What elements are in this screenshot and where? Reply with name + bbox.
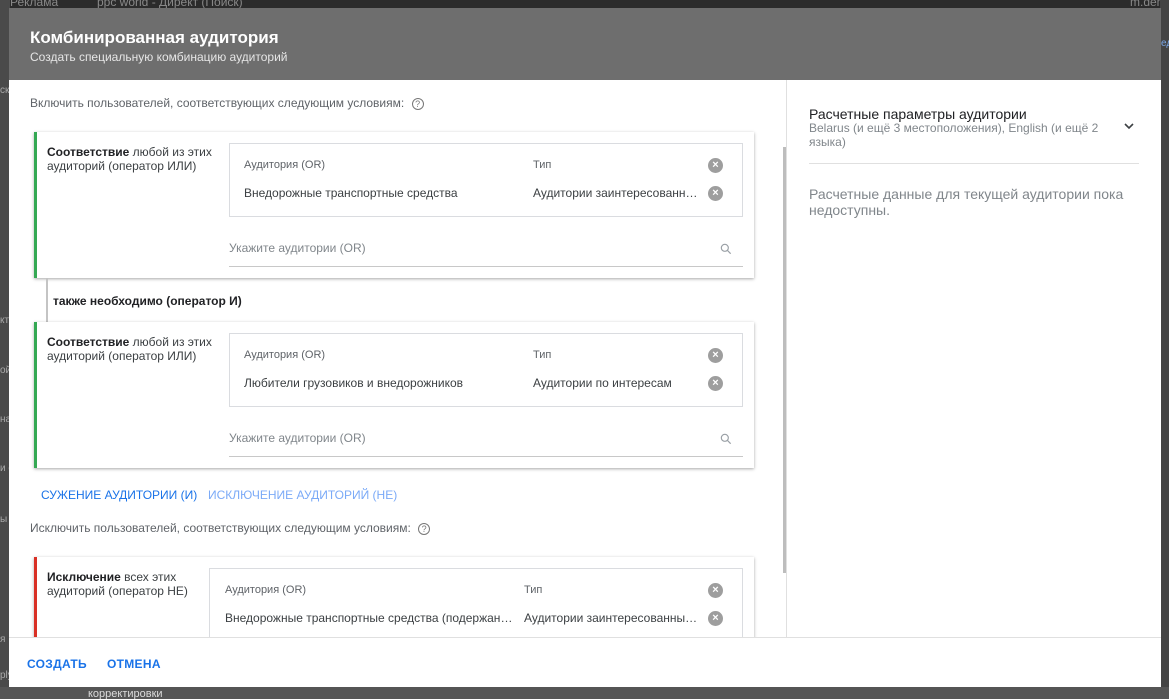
dialog-header: Комбинированная аудитория Создать специа… (9, 8, 1161, 80)
column-header-type: Тип (533, 349, 552, 361)
audience-name: Внедорожные транспортные средства (244, 186, 458, 200)
column-header-audience: Аудитория (OR) (244, 349, 326, 361)
selected-audiences-table: Аудитория (OR) Тип × Любители грузовиков… (229, 333, 743, 407)
and-operator-label: также необходимо (оператор И) (53, 294, 242, 308)
include-conditions-label: Включить пользователей, соответствующих … (30, 96, 424, 110)
combined-audience-dialog: Комбинированная аудитория Создать специа… (9, 8, 1161, 687)
search-icon[interactable] (719, 242, 733, 256)
audience-search-field (229, 423, 743, 457)
dialog-subtitle: Создать специальную комбинацию аудиторий (30, 50, 288, 64)
operator-bold-text: Соответствие (47, 145, 130, 159)
group-operator-label: Соответствие любой из этих аудиторий (оп… (47, 335, 217, 363)
audience-search-field (229, 233, 743, 267)
background-text: Реклама (10, 0, 59, 8)
audience-name: Внедорожные транспортные средства (подер… (225, 611, 517, 625)
audience-name: Любители грузовиков и внедорожников (244, 376, 464, 390)
background-top-bar: Реклама ppc world - Директ (Поиск) m.dem (0, 0, 1169, 8)
operator-bold-text: Соответствие (47, 335, 130, 349)
audience-search-input[interactable] (229, 241, 709, 255)
cancel-button[interactable]: ОТМЕНА (107, 657, 161, 671)
column-header-type: Тип (524, 584, 543, 596)
audience-search-input[interactable] (229, 431, 709, 445)
chevron-down-icon[interactable] (1121, 118, 1137, 134)
remove-all-icon[interactable]: × (708, 583, 723, 598)
divider (809, 163, 1139, 164)
background-right-strip: ед (1160, 0, 1169, 699)
create-button[interactable]: СОЗДАТЬ (27, 657, 87, 671)
group-operator-label: Исключение всех этих аудиторий (оператор… (47, 570, 217, 598)
background-bottom-strip: корректировки (0, 687, 1169, 699)
dialog-footer: СОЗДАТЬ ОТМЕНА (9, 637, 1161, 687)
operator-bold-text: Исключение (47, 570, 121, 584)
exclude-audience-button[interactable]: ИСКЛЮЧЕНИЕ АУДИТОРИЙ (НЕ) (208, 488, 397, 502)
estimates-targeting-summary: Belarus (и ещё 3 местоположения), Englis… (809, 121, 1099, 149)
help-icon[interactable]: ? (411, 97, 424, 110)
and-connector-line (46, 278, 48, 322)
selected-audiences-table: Аудитория (OR) Тип × Внедорожные транспо… (209, 568, 743, 637)
estimates-unavailable-message: Расчетные данные для текущей аудитории п… (809, 186, 1124, 218)
group-operator-label: Соответствие любой из этих аудиторий (оп… (47, 145, 217, 173)
remove-audience-icon[interactable]: × (708, 186, 723, 201)
background-text: я (0, 634, 6, 645)
audience-type: Аудитории заинтересованных покупателей (533, 186, 703, 200)
audience-estimates-pane: Расчетные параметры аудитории Belarus (и… (786, 80, 1161, 637)
column-header-audience: Аудитория (OR) (225, 584, 307, 596)
search-icon[interactable] (719, 432, 733, 446)
column-header-audience: Аудитория (OR) (244, 159, 326, 171)
include-audience-group: Соответствие любой из этих аудиторий (оп… (34, 322, 754, 468)
remove-audience-icon[interactable]: × (708, 376, 723, 391)
column-header-type: Тип (533, 159, 552, 171)
background-text: ед (1161, 38, 1169, 49)
background-text: ск (0, 85, 10, 96)
estimates-title: Расчетные параметры аудитории (809, 106, 1027, 122)
remove-all-icon[interactable]: × (708, 348, 723, 363)
help-icon[interactable]: ? (418, 522, 431, 535)
audience-conditions-pane: Включить пользователей, соответствующих … (9, 80, 786, 637)
background-text: кт (0, 315, 10, 326)
include-conditions-text: Включить пользователей, соответствующих … (30, 96, 405, 110)
dialog-title: Комбинированная аудитория (30, 28, 279, 47)
selected-audiences-table: Аудитория (OR) Тип × Внедорожные транспо… (229, 143, 743, 217)
exclude-audience-group: Исключение всех этих аудиторий (оператор… (34, 557, 754, 637)
audience-type: Аудитории по интересам (533, 376, 672, 390)
remove-audience-icon[interactable]: × (708, 611, 723, 626)
background-text: ppc world - Директ (Поиск) (97, 0, 243, 8)
audience-type: Аудитории заинтересованных покупателей (524, 611, 702, 625)
remove-all-icon[interactable]: × (708, 158, 723, 173)
exclude-conditions-label: Исключить пользователей, соответствующих… (30, 521, 431, 535)
exclude-conditions-text: Исключить пользователей, соответствующих… (30, 521, 411, 535)
background-text: корректировки (88, 688, 163, 699)
narrow-audience-button[interactable]: СУЖЕНИЕ АУДИТОРИИ (И) (41, 488, 197, 502)
include-audience-group: Соответствие любой из этих аудиторий (оп… (34, 132, 754, 278)
